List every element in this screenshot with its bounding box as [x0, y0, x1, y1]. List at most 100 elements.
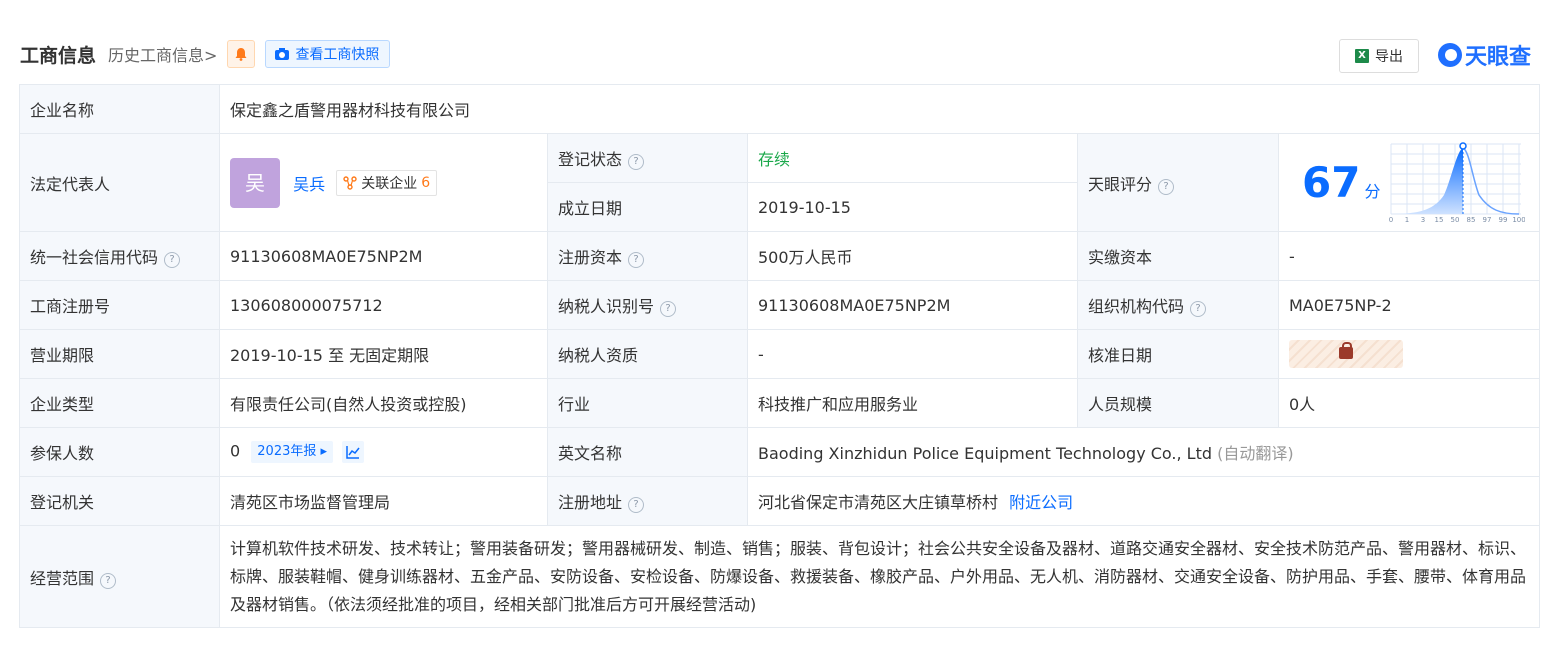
paid-capital-label: 实缴资本 [1077, 231, 1279, 281]
company-name-value: 保定鑫之盾警用器材科技有限公司 [219, 84, 1540, 134]
staff-label: 人员规模 [1077, 378, 1279, 428]
snapshot-button[interactable]: 查看工商快照 [265, 40, 391, 68]
term-value: 2019-10-15 至 无固定期限 [219, 329, 548, 379]
scope-value: 计算机软件技术研发、技术转让；警用装备研发；警用器械研发、制造、销售；服装、背包… [219, 525, 1540, 628]
address-text: 注册地址 [558, 493, 623, 512]
related-count: 6 [421, 174, 431, 191]
help-icon[interactable]: ? [1190, 301, 1207, 317]
lock-icon[interactable] [1289, 340, 1403, 368]
score-value: 67 [1302, 158, 1361, 207]
legal-rep-cell: 吴 吴兵 关联企业 6 [219, 133, 548, 232]
auto-translate-note: (自动翻译) [1217, 444, 1294, 463]
history-link[interactable]: 历史工商信息> [108, 42, 217, 66]
reg-status-value: 存续 [747, 133, 1078, 183]
chart-tick-label: 0 [1389, 216, 1393, 224]
chart-tick-label: 85 [1467, 216, 1476, 224]
table-row: 企业名称 保定鑫之盾警用器材科技有限公司 [19, 84, 1540, 134]
export-button[interactable]: X 导出 [1339, 39, 1419, 73]
chart-tick-label: 50 [1451, 216, 1460, 224]
help-icon[interactable]: ? [660, 301, 677, 317]
help-icon[interactable]: ? [628, 497, 645, 513]
chart-tick-label: 100 [1512, 216, 1525, 224]
help-icon[interactable]: ? [628, 252, 645, 268]
found-date-label: 成立日期 [547, 182, 748, 232]
chart-tick-label: 1 [1405, 216, 1409, 224]
credit-code-text: 统一社会信用代码 [30, 248, 159, 267]
caret-right-icon: ▸ [320, 444, 328, 459]
section-title: 工商信息 [20, 44, 97, 67]
taxpayer-id-text: 纳税人识别号 [558, 297, 655, 316]
address-label: 注册地址? [547, 476, 748, 526]
type-label: 企业类型 [19, 378, 220, 428]
taxpayer-qual-value: - [747, 329, 1078, 379]
table-row: 经营范围? 计算机软件技术研发、技术转让；警用装备研发；警用器械研发、制造、销售… [19, 525, 1540, 628]
chart-tick-label: 15 [1435, 216, 1444, 224]
english-name-cell: Baoding Xinzhidun Police Equipment Techn… [747, 427, 1540, 477]
approve-date-label: 核准日期 [1077, 329, 1279, 379]
table-row: 营业期限 2019-10-15 至 无固定期限 纳税人资质 - 核准日期 [19, 329, 1540, 379]
related-label: 关联企业 [361, 175, 418, 192]
taxpayer-id-label: 纳税人识别号? [547, 280, 748, 330]
taxpayer-qual-label: 纳税人资质 [547, 329, 748, 379]
org-code-label: 组织机构代码? [1077, 280, 1279, 330]
legal-rep-name-link[interactable]: 吴兵 [293, 175, 325, 194]
credit-code-label: 统一社会信用代码? [19, 231, 220, 281]
help-icon[interactable]: ? [100, 572, 117, 589]
english-name-value: Baoding Xinzhidun Police Equipment Techn… [758, 444, 1213, 463]
camera-icon [275, 48, 290, 60]
industry-value: 科技推广和应用服务业 [747, 378, 1078, 428]
reg-no-value: 130608000075712 [219, 280, 548, 330]
insured-cell: 0 2023年报 ▸ [219, 427, 548, 477]
authority-value: 清苑区市场监督管理局 [219, 476, 548, 526]
found-date-value: 2019-10-15 [747, 182, 1078, 232]
score-distribution-chart: 0 1 3 15 50 85 97 99 100 [1389, 142, 1525, 224]
section-header: 工商信息 历史工商信息> 查看工商快照 [20, 38, 391, 70]
chart-tick-label: 3 [1421, 216, 1425, 224]
chart-tick-label: 99 [1499, 216, 1508, 224]
insured-label: 参保人数 [19, 427, 220, 477]
tianyan-score-cell[interactable]: 67 分 0 1 3 15 50 85 97 99 100 [1278, 133, 1540, 232]
insured-value: 0 [230, 441, 241, 461]
tianyan-score-text: 天眼评分 [1088, 174, 1153, 194]
table-row: 统一社会信用代码? 91130608MA0E75NP2M 注册资本? 500万人… [19, 231, 1540, 281]
avatar[interactable]: 吴 [230, 157, 280, 208]
approve-date-cell [1278, 329, 1540, 379]
table-row: 参保人数 0 2023年报 ▸ 英文名称 Baoding Xinzhidun P… [19, 427, 1540, 477]
reg-capital-text: 注册资本 [558, 248, 623, 267]
help-icon[interactable]: ? [1158, 178, 1175, 195]
table-row: 法定代表人 吴 吴兵 关联企业 6 登记状态? 存续 天眼评分? 67 分 0 … [19, 133, 1540, 232]
nearby-company-link[interactable]: 附近公司 [1009, 493, 1073, 512]
reg-status-text: 登记状态 [558, 150, 623, 169]
reg-capital-value: 500万人民币 [747, 231, 1078, 281]
english-name-label: 英文名称 [547, 427, 748, 477]
org-code-text: 组织机构代码 [1088, 297, 1185, 316]
paid-capital-value: - [1278, 231, 1540, 281]
annual-report-label: 2023年报 [257, 444, 317, 459]
table-row: 企业类型 有限责任公司(自然人投资或控股) 行业 科技推广和应用服务业 人员规模… [19, 378, 1540, 428]
staff-value: 0人 [1278, 378, 1540, 428]
bell-icon[interactable] [227, 40, 256, 68]
tianyan-score-label: 天眼评分? [1077, 133, 1279, 232]
annual-report-button[interactable]: 2023年报 ▸ [251, 441, 334, 463]
reg-capital-label: 注册资本? [547, 231, 748, 281]
taxpayer-id-value: 91130608MA0E75NP2M [747, 280, 1078, 330]
table-row: 工商注册号 130608000075712 纳税人识别号? 91130608MA… [19, 280, 1540, 330]
trend-chart-icon[interactable] [342, 441, 365, 463]
snapshot-label: 查看工商快照 [295, 47, 380, 63]
network-icon [343, 175, 357, 190]
related-company-tag[interactable]: 关联企业 6 [336, 169, 438, 196]
tianyancha-logo: 天眼查 [1438, 40, 1531, 70]
score-unit: 分 [1364, 182, 1381, 201]
table-row: 登记机关 清苑区市场监督管理局 注册地址? 河北省保定市清苑区大庄镇草桥村 附近… [19, 476, 1540, 526]
authority-label: 登记机关 [19, 476, 220, 526]
legal-rep-label: 法定代表人 [19, 133, 220, 232]
term-label: 营业期限 [19, 329, 220, 379]
logo-text: 天眼查 [1465, 45, 1532, 70]
industry-label: 行业 [547, 378, 748, 428]
logo-icon [1438, 43, 1462, 67]
help-icon[interactable]: ? [164, 252, 181, 268]
help-icon[interactable]: ? [628, 154, 645, 170]
chart-tick-label: 97 [1483, 216, 1492, 224]
type-value: 有限责任公司(自然人投资或控股) [219, 378, 548, 428]
scope-text: 经营范围 [30, 568, 95, 588]
